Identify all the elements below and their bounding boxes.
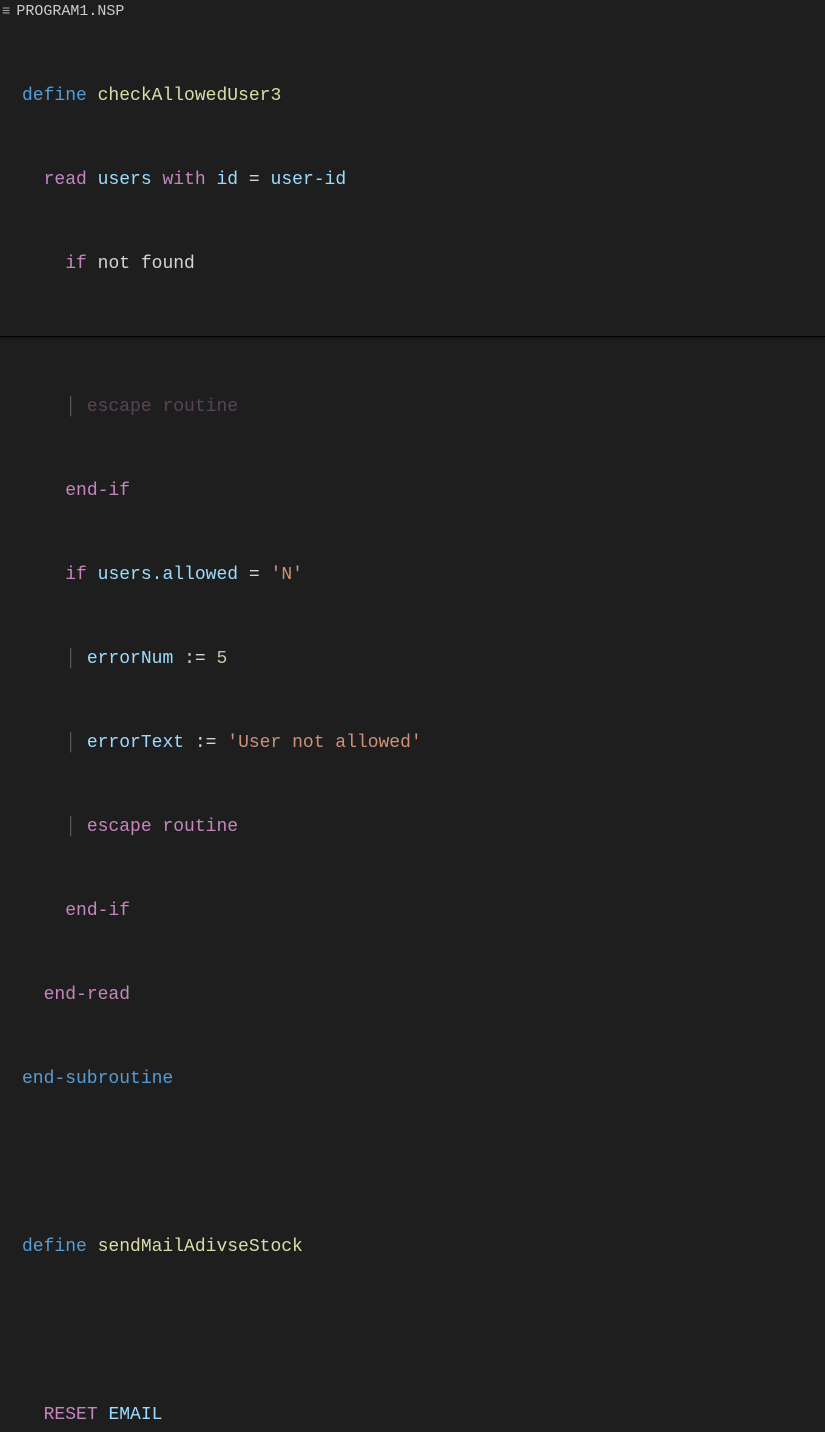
code-line[interactable]: │ escape routine [22, 393, 825, 421]
code-line[interactable]: │ escape routine [22, 813, 825, 841]
code-line[interactable]: RESET EMAIL [22, 1401, 825, 1429]
code-line[interactable]: end-subroutine [22, 1065, 825, 1093]
code-line[interactable] [22, 1317, 825, 1345]
filename: PROGRAM1.NSP [16, 0, 124, 26]
code-line[interactable]: if users.allowed = 'N' [22, 561, 825, 589]
code-line[interactable]: │ errorText := 'User not allowed' [22, 729, 825, 757]
sticky-scroll-header: ≡ PROGRAM1.NSP define checkAllowedUser3 … [0, 0, 825, 337]
code-line[interactable]: define sendMailAdivseStock [22, 1233, 825, 1261]
editor-body[interactable]: │ escape routine end-if if users.allowed… [0, 337, 825, 1432]
code-line[interactable]: define checkAllowedUser3 [22, 82, 825, 110]
file-icon: ≡ [2, 0, 10, 26]
code-line[interactable]: read users with id = user-id [22, 166, 825, 194]
code-line[interactable]: │ errorNum := 5 [22, 645, 825, 673]
breadcrumb[interactable]: ≡ PROGRAM1.NSP [0, 0, 825, 24]
code-line[interactable] [22, 1149, 825, 1177]
code-line[interactable]: if not found [22, 250, 825, 278]
code-line[interactable]: end-read [22, 981, 825, 1009]
code-line[interactable]: end-if [22, 477, 825, 505]
code-line[interactable]: end-if [22, 897, 825, 925]
